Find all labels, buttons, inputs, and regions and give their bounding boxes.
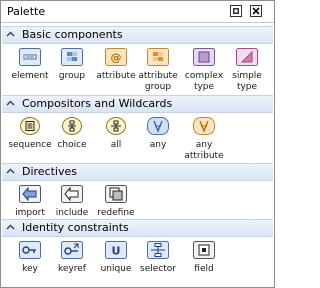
import-icon [18, 184, 42, 204]
chevron-up-icon[interactable] [6, 167, 15, 176]
section-label: Compositors and Wildcards [22, 97, 173, 110]
close-icon[interactable] [250, 5, 262, 17]
item-label: attribute group [138, 71, 178, 92]
section-label: Basic components [22, 28, 123, 41]
selector-icon [146, 240, 170, 260]
chevron-up-icon[interactable] [6, 30, 15, 39]
element-icon [18, 47, 42, 67]
simple-type-icon [235, 47, 259, 67]
unique-icon: U [104, 240, 128, 260]
complex-type-icon [192, 47, 216, 67]
section-label: Identity constraints [22, 221, 129, 234]
item-label: simple type [232, 71, 262, 92]
section-header-compositors-and-wildcards[interactable]: Compositors and Wildcards [2, 95, 273, 113]
item-label: any attribute [184, 140, 224, 161]
all-icon [104, 116, 128, 136]
attribute-icon: @ [104, 47, 128, 67]
keyref-icon [60, 240, 84, 260]
palette-window: Palette Basic components element group @… [0, 0, 275, 288]
restore-icon[interactable] [230, 5, 242, 17]
item-label: redefine [97, 208, 135, 218]
chevron-up-icon[interactable] [6, 223, 15, 232]
section-header-directives[interactable]: Directives [2, 163, 273, 181]
svg-text:@: @ [111, 51, 122, 64]
titlebar: Palette [1, 1, 274, 23]
sequence-icon [18, 116, 42, 136]
any-icon [146, 116, 170, 136]
key-icon [18, 240, 42, 260]
section-header-basic-components[interactable]: Basic components [2, 26, 273, 44]
choice-icon [60, 116, 84, 136]
item-label: field [194, 264, 214, 274]
redefine-icon [104, 184, 128, 204]
window-title: Palette [7, 5, 46, 18]
item-label: selector [140, 264, 176, 274]
chevron-up-icon[interactable] [6, 99, 15, 108]
field-icon [192, 240, 216, 260]
group-icon [60, 47, 84, 67]
item-label: any [149, 140, 167, 150]
svg-text:U: U [112, 245, 121, 258]
section-label: Directives [22, 165, 77, 178]
attribute-group-icon [146, 47, 170, 67]
include-icon [60, 184, 84, 204]
section-header-identity-constraints[interactable]: Identity constraints [2, 219, 273, 237]
any-attribute-icon [192, 116, 216, 136]
